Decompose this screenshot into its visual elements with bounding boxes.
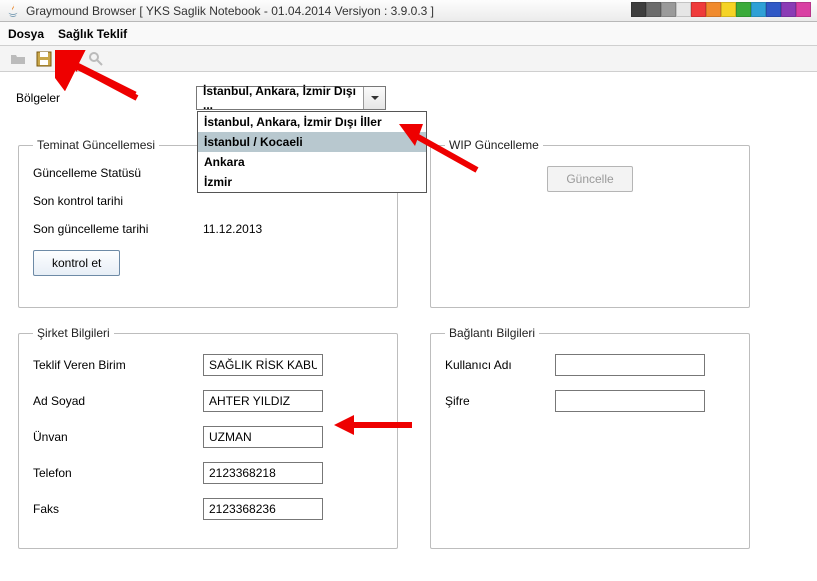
- status-label: Güncelleme Statüsü: [33, 166, 203, 180]
- window-title: Graymound Browser [ YKS Saglik Notebook …: [26, 4, 434, 18]
- tel-input[interactable]: [203, 462, 323, 484]
- groups-row-2: Şirket Bilgileri Teklif Veren Birim Ad S…: [16, 326, 801, 549]
- palette-swatch: [766, 2, 781, 17]
- tel-label: Telefon: [33, 466, 203, 480]
- chevron-down-icon[interactable]: [363, 87, 385, 109]
- user-label: Kullanıcı Adı: [445, 358, 555, 372]
- birim-input[interactable]: [203, 354, 323, 376]
- menu-file[interactable]: Dosya: [8, 27, 44, 41]
- palette-swatch: [736, 2, 751, 17]
- menu-bar: Dosya Sağlık Teklif: [0, 22, 817, 46]
- window-titlebar: Graymound Browser [ YKS Saglik Notebook …: [0, 0, 817, 22]
- last-update-value: 11.12.2013: [203, 222, 262, 236]
- palette-swatch: [646, 2, 661, 17]
- teminat-legend: Teminat Güncellemesi: [33, 138, 159, 152]
- region-option-0[interactable]: İstanbul, Ankara, İzmir Dışı İller: [198, 112, 426, 132]
- region-dropdown-list: İstanbul, Ankara, İzmir Dışı İller İstan…: [197, 111, 427, 193]
- last-check-label: Son kontrol tarihi: [33, 194, 203, 208]
- palette-swatch: [631, 2, 646, 17]
- palette-swatch: [706, 2, 721, 17]
- user-input[interactable]: [555, 354, 705, 376]
- sirket-group: Şirket Bilgileri Teklif Veren Birim Ad S…: [18, 326, 398, 549]
- open-icon[interactable]: [8, 49, 28, 69]
- check-button[interactable]: kontrol et: [33, 250, 120, 276]
- unvan-input[interactable]: [203, 426, 323, 448]
- color-palette: [631, 2, 811, 17]
- pass-label: Şifre: [445, 394, 555, 408]
- palette-swatch: [781, 2, 796, 17]
- palette-swatch: [751, 2, 766, 17]
- palette-swatch: [676, 2, 691, 17]
- region-combo-value: İstanbul, Ankara, İzmir Dışı ...: [203, 84, 361, 112]
- faks-label: Faks: [33, 502, 203, 516]
- region-option-2[interactable]: Ankara: [198, 152, 426, 172]
- region-label: Bölgeler: [16, 91, 186, 105]
- region-option-3[interactable]: İzmir: [198, 172, 426, 192]
- last-update-label: Son güncelleme tarihi: [33, 222, 203, 236]
- baglanti-group: Bağlantı Bilgileri Kullanıcı Adı Şifre: [430, 326, 750, 549]
- wip-legend: WIP Güncelleme: [445, 138, 543, 152]
- palette-swatch: [721, 2, 736, 17]
- save-icon[interactable]: [34, 49, 54, 69]
- faks-input[interactable]: [203, 498, 323, 520]
- ad-label: Ad Soyad: [33, 394, 203, 408]
- search-icon[interactable]: [86, 49, 106, 69]
- menu-saglik-teklif[interactable]: Sağlık Teklif: [58, 27, 127, 41]
- baglanti-legend: Bağlantı Bilgileri: [445, 326, 539, 340]
- region-combo[interactable]: İstanbul, Ankara, İzmir Dışı ... İstanbu…: [196, 86, 386, 110]
- sirket-legend: Şirket Bilgileri: [33, 326, 114, 340]
- toolbar: [0, 46, 817, 72]
- unvan-label: Ünvan: [33, 430, 203, 444]
- palette-swatch: [691, 2, 706, 17]
- pass-input[interactable]: [555, 390, 705, 412]
- birim-label: Teklif Veren Birim: [33, 358, 203, 372]
- trash-icon[interactable]: [60, 49, 80, 69]
- wip-update-button[interactable]: Güncelle: [547, 166, 632, 192]
- ad-input[interactable]: [203, 390, 323, 412]
- wip-group: WIP Güncelleme Güncelle: [430, 138, 750, 308]
- app-icon: [6, 4, 20, 18]
- palette-swatch: [796, 2, 811, 17]
- region-row: Bölgeler İstanbul, Ankara, İzmir Dışı ..…: [16, 86, 801, 110]
- content-area: Bölgeler İstanbul, Ankara, İzmir Dışı ..…: [0, 72, 817, 581]
- region-option-1[interactable]: İstanbul / Kocaeli: [198, 132, 426, 152]
- palette-swatch: [661, 2, 676, 17]
